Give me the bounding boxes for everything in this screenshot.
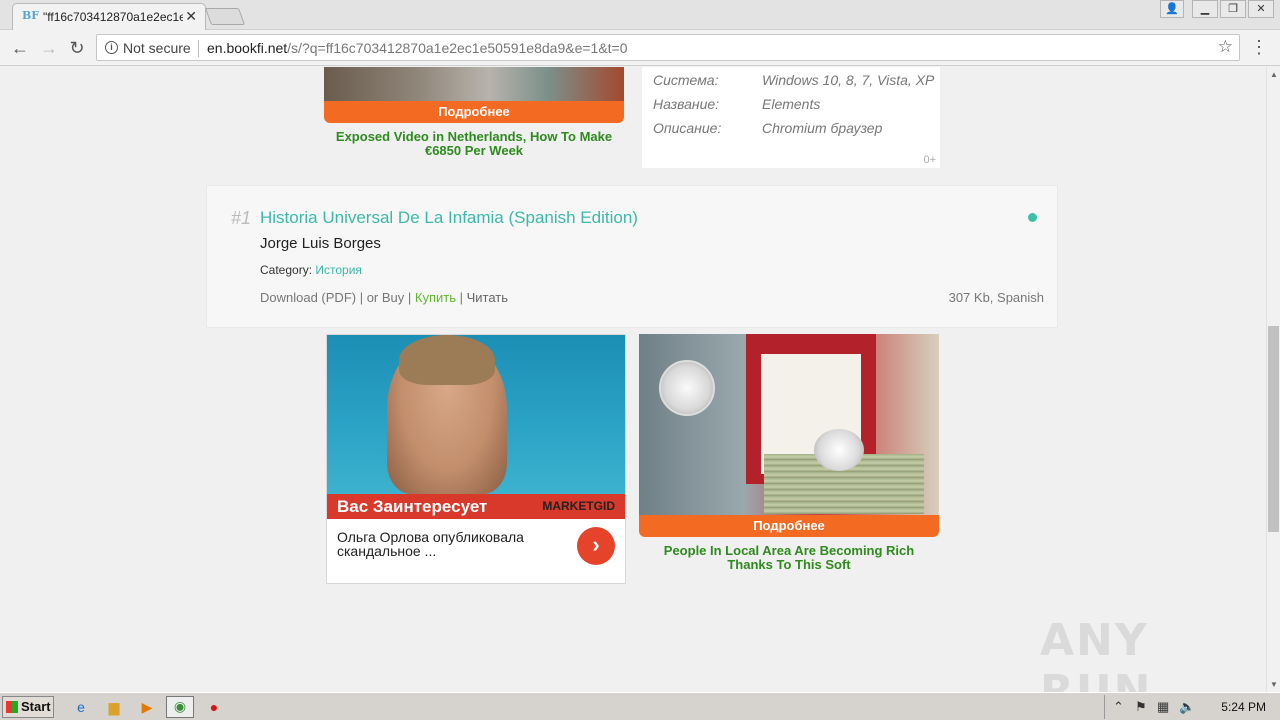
volume-icon[interactable]: 🔈 — [1179, 699, 1195, 715]
book-author[interactable]: Jorge Luis Borges — [260, 235, 381, 252]
reload-icon[interactable]: ↻ — [65, 36, 89, 60]
buy-link[interactable]: Купить — [415, 290, 456, 305]
restore-button[interactable]: ❐ — [1220, 0, 1246, 18]
flag-icon[interactable]: ⚑ — [1135, 699, 1147, 715]
tab-title: "ff16c703412870a1e2ec1e5 — [43, 10, 183, 24]
info-value-name: Elements — [762, 96, 821, 112]
ad-caption-link[interactable]: Exposed Video in Netherlands, How To Mak… — [330, 130, 618, 158]
info-value-description: Chromium браузер — [762, 120, 883, 136]
book-title-link[interactable]: Historia Universal De La Infamia (Spanis… — [260, 208, 638, 228]
page-viewport: Подробнее Exposed Video in Netherlands, … — [0, 67, 1266, 692]
ad-image-pool[interactable] — [327, 335, 625, 494]
address-bar[interactable]: i Not secure en.bookfi.net/s/?q=ff16c703… — [96, 34, 1240, 61]
chevron-right-icon[interactable]: › — [577, 527, 615, 565]
search-result-card: #1 Historia Universal De La Infamia (Spa… — [206, 185, 1058, 328]
menu-kebab-icon[interactable]: ⋮ — [1250, 37, 1268, 57]
info-icon[interactable]: i — [105, 41, 118, 54]
forward-arrow-icon[interactable]: → — [37, 36, 61, 60]
network-icon[interactable]: ▦ — [1157, 699, 1169, 715]
bookfi-favicon-icon: BF — [22, 9, 40, 22]
clock[interactable]: 5:24 PM — [1221, 700, 1266, 714]
ad-caption-link-2[interactable]: People In Local Area Are Becoming Rich T… — [642, 544, 936, 572]
ad-more-button[interactable]: Подробнее — [324, 101, 624, 123]
category-label: Category: — [260, 263, 313, 277]
start-label: Start — [21, 699, 51, 714]
app-info-box: Система: Windows 10, 8, 7, Vista, XP Наз… — [642, 67, 940, 168]
result-rank: #1 — [231, 208, 252, 228]
boxed-watch-image — [814, 429, 864, 471]
ad-image-hair — [399, 335, 495, 385]
file-size-language: 307 Kb, Spanish — [948, 290, 1044, 305]
category-row: Category: История — [260, 263, 362, 277]
info-label-name: Название: — [653, 96, 720, 112]
read-link[interactable]: Читать — [467, 290, 508, 305]
system-tray: ⌃ ⚑ ▦ 🔈 5:24 PM — [1104, 695, 1280, 719]
windows-logo-icon — [6, 701, 18, 713]
tab-active[interactable]: BF "ff16c703412870a1e2ec1e5 ✕ — [12, 3, 206, 30]
back-arrow-icon[interactable]: ← — [8, 36, 32, 60]
action-separator: | — [356, 290, 367, 305]
action-separator: | — [404, 290, 415, 305]
windows-taskbar: Start e ▆ ▶ ◉ ● ⌃ ⚑ ▦ 🔈 5:24 PM — [0, 692, 1280, 720]
info-value-system: Windows 10, 8, 7, Vista, XP — [762, 72, 935, 88]
new-tab-button[interactable] — [204, 8, 246, 25]
page-scrollbar[interactable]: ▲ ▼ — [1266, 67, 1280, 692]
ad-image-money[interactable] — [324, 67, 624, 101]
info-label-description: Описание: — [653, 120, 722, 136]
info-label-system: Система: — [653, 72, 719, 88]
browser-titlebar: BF "ff16c703412870a1e2ec1e5 ✕ 👤 ▁ ❐ ✕ — [0, 0, 1280, 30]
folder-icon[interactable]: ▆ — [105, 698, 123, 716]
marketgid-logo: MARKETGID — [542, 499, 615, 513]
user-profile-icon[interactable]: 👤 — [1160, 0, 1184, 18]
ad-banner-text: Вас Заинтересует — [337, 497, 488, 516]
action-separator: | — [456, 290, 467, 305]
ad-description[interactable]: Ольга Орлова опубликовала скандальное ..… — [337, 530, 567, 558]
wrist-watch-image — [659, 360, 715, 416]
window-controls: 👤 ▁ ❐ ✕ — [1160, 0, 1274, 20]
anyrun-watermark: ANY RUN — [1040, 615, 1153, 692]
url-text[interactable]: en.bookfi.net/s/?q=ff16c703412870a1e2ec1… — [207, 40, 628, 56]
omnibox-divider — [198, 40, 199, 57]
not-secure-label[interactable]: Not secure — [123, 40, 191, 56]
availability-dot-icon — [1028, 213, 1037, 222]
chrome-taskbar-icon[interactable]: ◉ — [166, 696, 194, 718]
opera-icon[interactable]: ● — [205, 698, 223, 716]
media-player-icon[interactable]: ▶ — [138, 698, 156, 716]
close-window-button[interactable]: ✕ — [1248, 0, 1274, 18]
category-link[interactable]: История — [315, 263, 362, 277]
internet-explorer-icon[interactable]: e — [72, 698, 90, 716]
ad-banner[interactable]: Вас Заинтересует MARKETGID — [327, 494, 625, 519]
ad-marketgid[interactable]: Вас Заинтересует MARKETGID Ольга Орлова … — [326, 334, 626, 584]
start-button[interactable]: Start — [2, 696, 54, 718]
scroll-down-icon[interactable]: ▼ — [1270, 680, 1278, 689]
ad-image-watches[interactable] — [639, 334, 939, 515]
scrollbar-thumb[interactable] — [1268, 326, 1279, 532]
bookmark-star-icon[interactable]: ☆ — [1218, 37, 1233, 57]
url-host: en.bookfi.net — [207, 40, 288, 56]
or-buy-link[interactable]: or Buy — [367, 290, 405, 305]
result-actions: Download (PDF) | or Buy | Купить | Читат… — [260, 290, 508, 305]
minimize-button[interactable]: ▁ — [1192, 0, 1218, 18]
url-path: /s/?q=ff16c703412870a1e2ec1e50591e8da9&e… — [287, 40, 628, 56]
ad-more-button-2[interactable]: Подробнее — [639, 515, 939, 537]
browser-toolbar: ← → ↻ i Not secure en.bookfi.net/s/?q=ff… — [0, 30, 1280, 66]
scroll-up-icon[interactable]: ▲ — [1270, 70, 1278, 79]
age-rating: 0+ — [923, 154, 936, 166]
tray-expand-icon[interactable]: ⌃ — [1113, 699, 1124, 715]
tab-close-icon[interactable]: ✕ — [185, 8, 197, 25]
download-pdf-link[interactable]: Download (PDF) — [260, 290, 356, 305]
